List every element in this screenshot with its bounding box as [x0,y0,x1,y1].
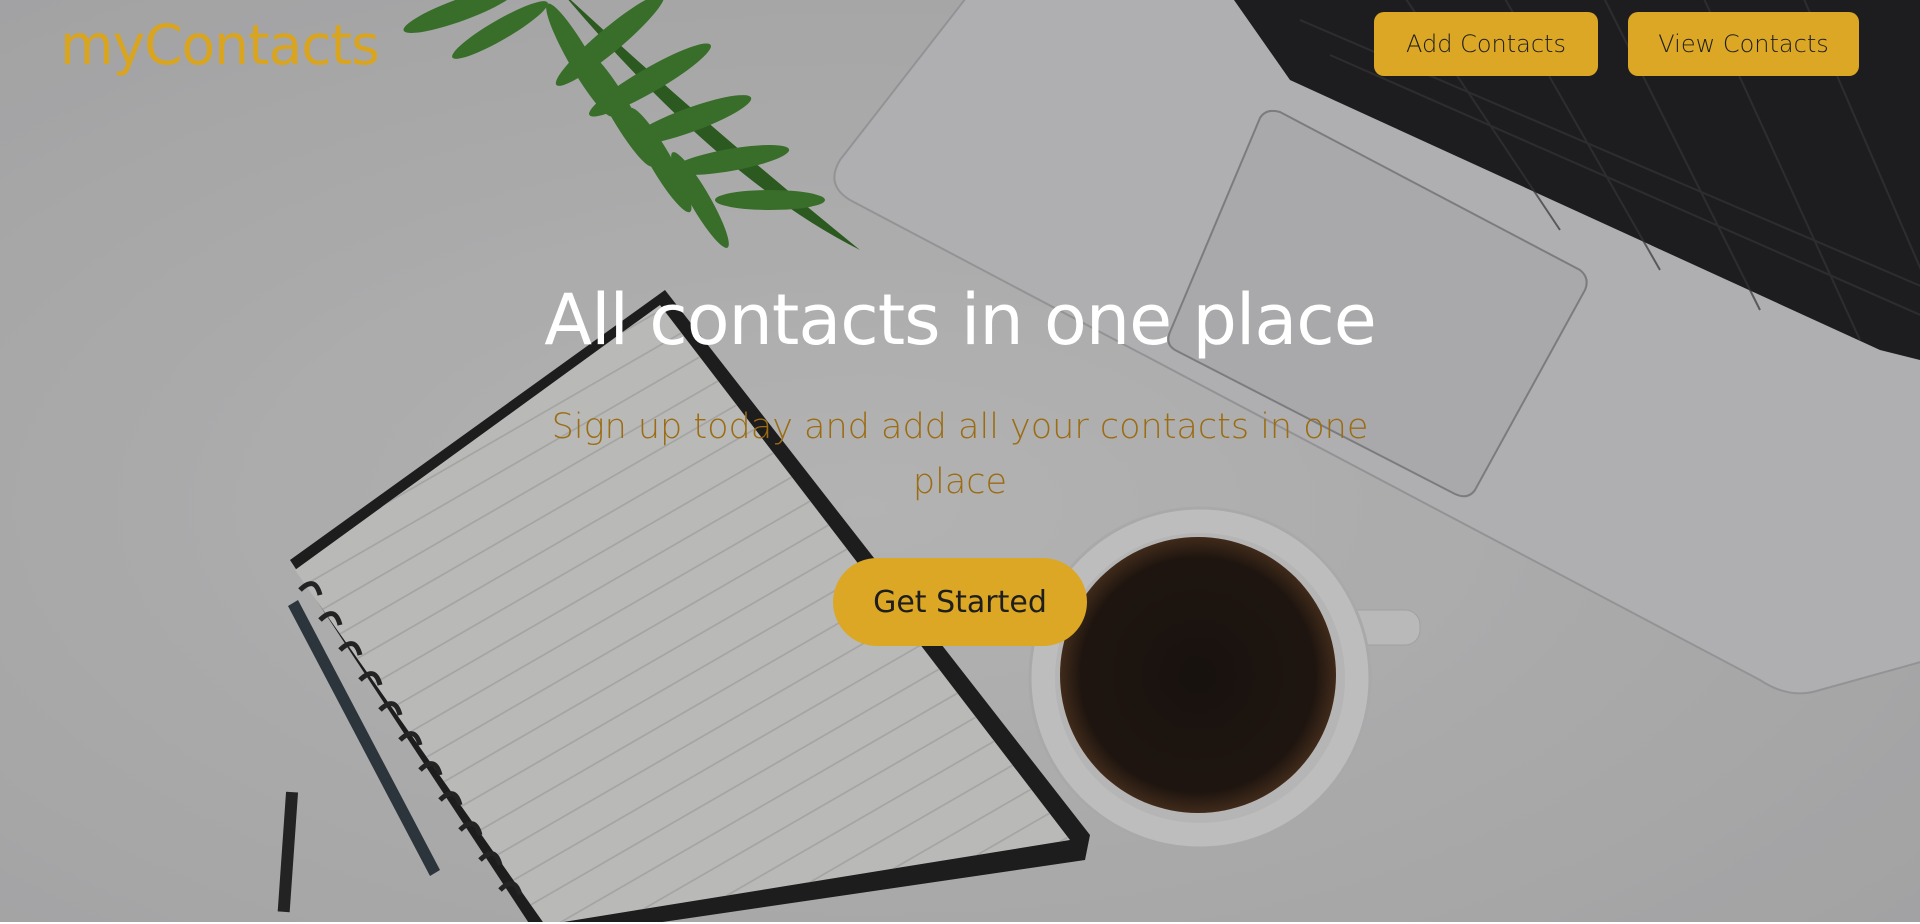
view-contacts-button[interactable]: View Contacts [1628,12,1859,76]
navbar: myContacts Add Contacts View Contacts [0,0,1920,90]
hero-content: All contacts in one place Sign up today … [460,270,1460,646]
hero-title: All contacts in one place [544,279,1377,361]
get-started-button[interactable]: Get Started [833,558,1087,646]
hero-subtitle: Sign up today and add all your contacts … [551,407,1369,502]
logo[interactable]: myContacts [60,10,380,80]
hero-section: myContacts Add Contacts View Contacts Al… [0,0,1920,922]
add-contacts-button[interactable]: Add Contacts [1374,12,1598,76]
